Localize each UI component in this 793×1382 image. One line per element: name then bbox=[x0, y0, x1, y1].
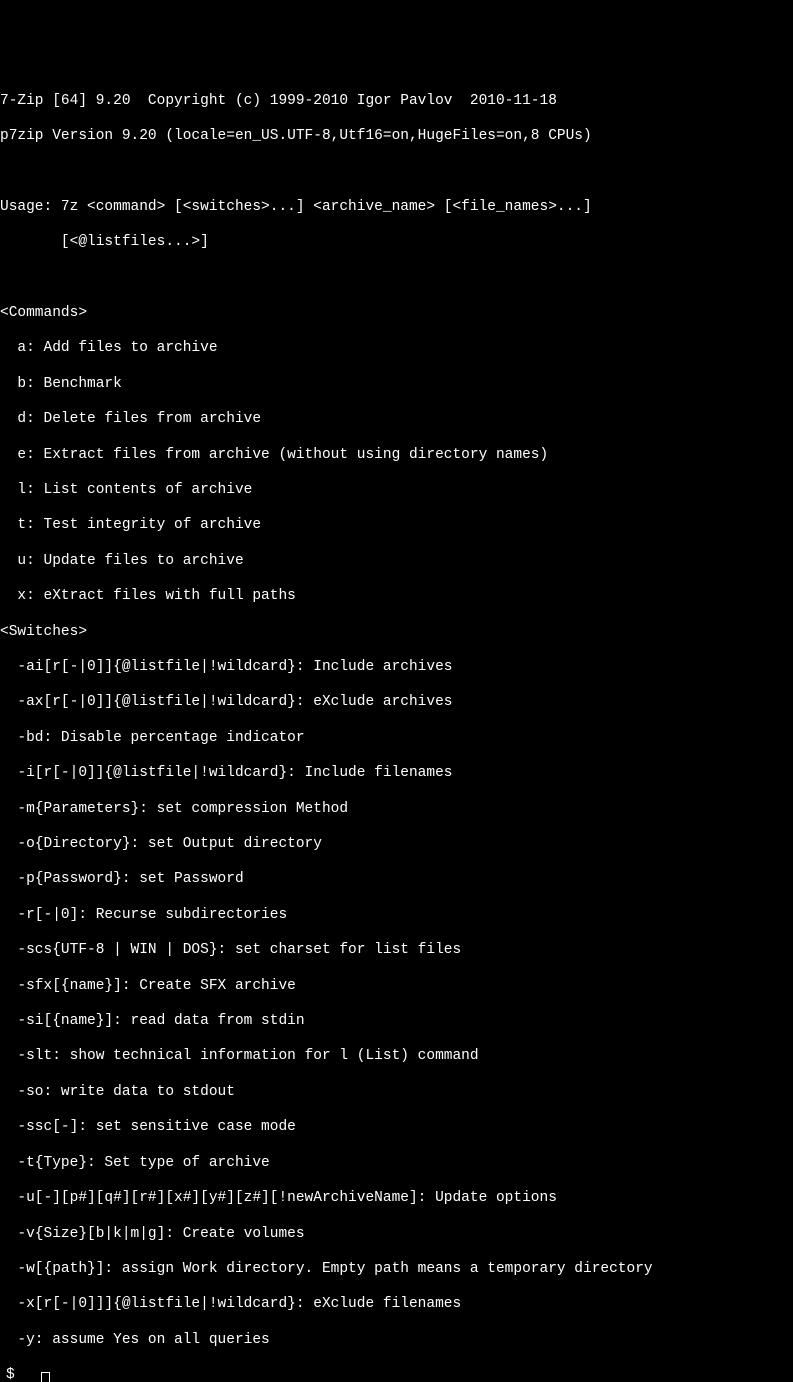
command-item: x: eXtract files with full paths bbox=[0, 588, 793, 606]
switch-item: -i[r[-|0]]{@listfile|!wildcard}: Include… bbox=[0, 765, 793, 783]
prompt-symbol: $ bbox=[6, 1367, 15, 1382]
command-item: d: Delete files from archive bbox=[0, 411, 793, 429]
switches-header: <Switches> bbox=[0, 624, 793, 642]
switch-item: -so: write data to stdout bbox=[0, 1084, 793, 1102]
switch-item: -si[{name}]: read data from stdin bbox=[0, 1013, 793, 1031]
switch-item: -ax[r[-|0]]{@listfile|!wildcard}: eXclud… bbox=[0, 694, 793, 712]
prompt-line[interactable]: $ bbox=[0, 1367, 793, 1382]
usage-line-1: Usage: 7z <command> [<switches>...] <arc… bbox=[0, 199, 793, 217]
switch-item: -scs{UTF-8 | WIN | DOS}: set charset for… bbox=[0, 942, 793, 960]
blank-line bbox=[0, 163, 793, 181]
switch-item: -bd: Disable percentage indicator bbox=[0, 730, 793, 748]
switch-item: -ssc[-]: set sensitive case mode bbox=[0, 1119, 793, 1137]
command-item: t: Test integrity of archive bbox=[0, 517, 793, 535]
command-item: a: Add files to archive bbox=[0, 340, 793, 358]
command-item: u: Update files to archive bbox=[0, 553, 793, 571]
switch-item: -p{Password}: set Password bbox=[0, 871, 793, 889]
commands-header: <Commands> bbox=[0, 305, 793, 323]
switch-item: -x[r[-|0]]]{@listfile|!wildcard}: eXclud… bbox=[0, 1296, 793, 1314]
switch-item: -ai[r[-|0]]{@listfile|!wildcard}: Includ… bbox=[0, 659, 793, 677]
switch-item: -sfx[{name}]: Create SFX archive bbox=[0, 978, 793, 996]
switch-item: -y: assume Yes on all queries bbox=[0, 1332, 793, 1350]
command-item: e: Extract files from archive (without u… bbox=[0, 447, 793, 465]
version-line-1: 7-Zip [64] 9.20 Copyright (c) 1999-2010 … bbox=[0, 93, 793, 111]
switch-item: -t{Type}: Set type of archive bbox=[0, 1155, 793, 1173]
cursor bbox=[41, 1372, 50, 1382]
switch-item: -w[{path}]: assign Work directory. Empty… bbox=[0, 1261, 793, 1279]
command-item: b: Benchmark bbox=[0, 376, 793, 394]
usage-line-2: [<@listfiles...>] bbox=[0, 234, 793, 252]
version-line-2: p7zip Version 9.20 (locale=en_US.UTF-8,U… bbox=[0, 128, 793, 146]
switch-item: -slt: show technical information for l (… bbox=[0, 1048, 793, 1066]
switch-item: -v{Size}[b|k|m|g]: Create volumes bbox=[0, 1226, 793, 1244]
switch-item: -m{Parameters}: set compression Method bbox=[0, 801, 793, 819]
switch-item: -r[-|0]: Recurse subdirectories bbox=[0, 907, 793, 925]
switch-item: -o{Directory}: set Output directory bbox=[0, 836, 793, 854]
switch-item: -u[-][p#][q#][r#][x#][y#][z#][!newArchiv… bbox=[0, 1190, 793, 1208]
blank-line bbox=[0, 270, 793, 288]
terminal-output: 7-Zip [64] 9.20 Copyright (c) 1999-2010 … bbox=[0, 75, 793, 1382]
command-item: l: List contents of archive bbox=[0, 482, 793, 500]
